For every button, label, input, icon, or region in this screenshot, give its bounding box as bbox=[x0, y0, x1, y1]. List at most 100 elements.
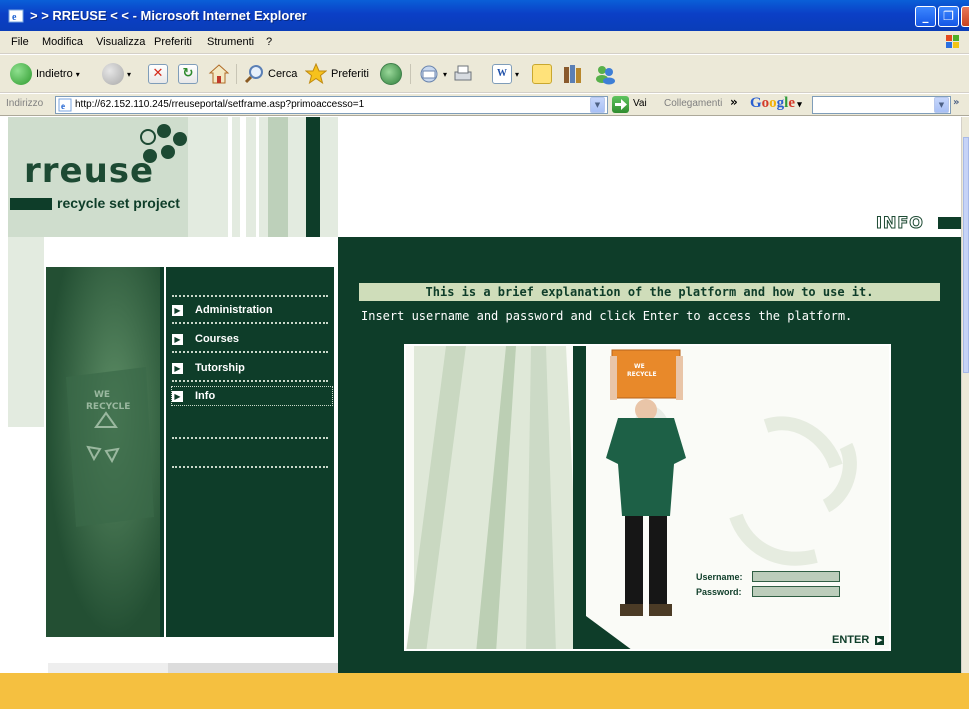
enter-button[interactable]: ENTER ▶ bbox=[832, 634, 885, 646]
nav-arrow-icon: ▶ bbox=[172, 304, 183, 316]
title-bar[interactable]: e > > RREUSE < < - Microsoft Internet Ex… bbox=[0, 0, 969, 31]
nav-divider bbox=[172, 466, 328, 468]
windows-flag-icon bbox=[946, 35, 959, 48]
browser-window: e > > RREUSE < < - Microsoft Internet Ex… bbox=[0, 0, 969, 709]
overflow-chevron[interactable]: » bbox=[953, 97, 959, 108]
chevron-down-icon: ▾ bbox=[443, 69, 448, 79]
ie-window-icon: e bbox=[8, 9, 24, 23]
enter-label: ENTER bbox=[832, 634, 870, 646]
menu-help[interactable]: ? bbox=[266, 36, 272, 48]
menu-visualizza[interactable]: Visualizza bbox=[96, 36, 145, 48]
url-input[interactable]: e http://62.152.110.245/rreuseportal/set… bbox=[55, 96, 608, 114]
back-arrow-icon bbox=[10, 63, 32, 85]
forward-button[interactable]: ▾ bbox=[102, 62, 131, 86]
forward-arrow-icon bbox=[102, 63, 124, 85]
word-button[interactable]: W ▾ bbox=[492, 62, 519, 86]
messenger-button[interactable] bbox=[594, 62, 616, 86]
toolbar: Indietro ▾ ▾ ✕ ↻ Cerca Preferiti ▾ W ▾ bbox=[0, 55, 969, 93]
address-dropdown[interactable]: ▼ bbox=[590, 97, 605, 113]
close-button[interactable] bbox=[961, 6, 969, 27]
site-logo: rreuse bbox=[24, 151, 155, 191]
nav-arrow-icon: ▶ bbox=[172, 362, 183, 374]
search-label: Cerca bbox=[268, 68, 298, 80]
nav-divider bbox=[172, 295, 328, 297]
links-label[interactable]: Collegamenti bbox=[664, 98, 722, 109]
search-button[interactable]: Cerca bbox=[244, 62, 297, 86]
refresh-button[interactable]: ↻ bbox=[178, 62, 198, 86]
nav-frame: WE RECYCLE ▶ Administration ▶ Courses ▶ … bbox=[44, 265, 336, 639]
menu-bar: File Modifica Visualizza Preferiti Strum… bbox=[0, 31, 969, 54]
svg-text:RECYCLE: RECYCLE bbox=[627, 371, 657, 378]
menu-modifica[interactable]: Modifica bbox=[42, 36, 83, 48]
google-search-dropdown[interactable]: ▼ bbox=[934, 97, 949, 113]
chevron-down-icon: ▾ bbox=[75, 69, 80, 79]
nav-divider bbox=[172, 437, 328, 439]
logo-bar bbox=[10, 198, 52, 210]
svg-text:RECYCLE: RECYCLE bbox=[86, 402, 130, 412]
page-description: Insert username and password and click E… bbox=[361, 309, 853, 323]
links-chevron[interactable]: » bbox=[730, 95, 738, 109]
mail-icon bbox=[420, 65, 438, 83]
back-label: Indietro bbox=[36, 68, 73, 80]
nav-arrow-icon: ▶ bbox=[172, 333, 183, 345]
footer-strip bbox=[0, 673, 969, 709]
recycle-bin-photo: WE RECYCLE bbox=[46, 267, 160, 637]
nav-divider bbox=[172, 380, 328, 382]
star-icon bbox=[305, 63, 327, 85]
search-icon bbox=[244, 65, 263, 84]
nav-item-tutorship[interactable]: ▶ Tutorship bbox=[172, 359, 332, 377]
go-label[interactable]: Vai bbox=[633, 98, 647, 109]
mail-button[interactable]: ▾ bbox=[418, 62, 447, 86]
url-text: http://62.152.110.245/rreuseportal/setfr… bbox=[75, 99, 365, 110]
main-nav: ▶ Administration ▶ Courses ▶ Tutorship ▶… bbox=[164, 267, 334, 637]
window-title: > > RREUSE < < - Microsoft Internet Expl… bbox=[30, 8, 307, 23]
print-button[interactable] bbox=[452, 62, 474, 86]
word-icon: W bbox=[492, 64, 512, 84]
login-illustration: WE RECYCLE bbox=[406, 346, 889, 649]
nav-arrow-icon: ▶ bbox=[172, 390, 183, 402]
nav-item-label: Tutorship bbox=[195, 362, 245, 374]
home-icon bbox=[208, 64, 230, 84]
vertical-scrollbar[interactable] bbox=[961, 117, 969, 673]
refresh-icon: ↻ bbox=[178, 64, 198, 84]
back-button[interactable]: Indietro ▾ bbox=[10, 62, 80, 86]
maximize-button[interactable]: ❐ bbox=[938, 6, 959, 27]
chevron-down-icon: ▾ bbox=[127, 69, 132, 79]
messenger-icon bbox=[596, 66, 615, 85]
books-icon bbox=[564, 65, 581, 83]
recycle-icon: WE RECYCLE bbox=[66, 367, 154, 527]
toolbar-separator bbox=[236, 64, 237, 84]
nav-item-administration[interactable]: ▶ Administration bbox=[172, 301, 332, 319]
svg-text:WE: WE bbox=[634, 363, 645, 370]
page-banner: This is a brief explanation of the platf… bbox=[359, 283, 940, 301]
go-button[interactable] bbox=[612, 96, 629, 113]
research-button[interactable] bbox=[562, 62, 584, 86]
stop-button[interactable]: ✕ bbox=[148, 62, 168, 86]
home-button[interactable] bbox=[208, 62, 230, 86]
minimize-button[interactable]: _ bbox=[915, 6, 936, 27]
history-icon bbox=[380, 63, 402, 85]
google-search-input[interactable] bbox=[812, 96, 951, 114]
password-label: Password: bbox=[696, 586, 742, 597]
note-icon bbox=[532, 64, 552, 84]
nav-item-info[interactable]: ▶ Info bbox=[171, 386, 333, 406]
section-title: INFO bbox=[876, 213, 924, 233]
toolbar-separator bbox=[410, 64, 411, 84]
enter-arrow-icon: ▶ bbox=[875, 635, 885, 645]
nav-item-label: Courses bbox=[195, 333, 240, 345]
header-stripes-graphic bbox=[188, 117, 338, 237]
nav-item-courses[interactable]: ▶ Courses bbox=[172, 330, 332, 348]
google-toolbar-logo[interactable]: Google ▾ bbox=[750, 95, 802, 112]
notes-button[interactable] bbox=[532, 62, 552, 86]
username-label: Username: bbox=[696, 571, 743, 582]
scrollbar-thumb[interactable] bbox=[963, 137, 969, 373]
history-button[interactable] bbox=[380, 62, 402, 86]
menu-strumenti[interactable]: Strumenti bbox=[207, 36, 254, 48]
page-icon: e bbox=[58, 98, 72, 112]
favorites-button[interactable]: Preferiti bbox=[305, 62, 369, 86]
menu-file[interactable]: File bbox=[11, 36, 29, 48]
menu-preferiti[interactable]: Preferiti bbox=[154, 36, 192, 48]
password-input[interactable] bbox=[752, 586, 840, 597]
username-input[interactable] bbox=[752, 571, 840, 582]
nav-divider bbox=[172, 322, 328, 324]
